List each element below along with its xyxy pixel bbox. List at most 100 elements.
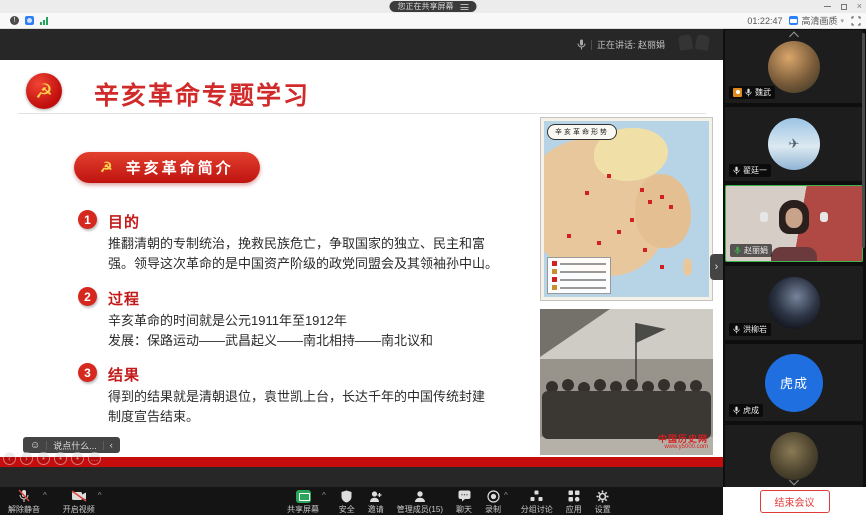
participant-tile[interactable]: 洪柳岩 — [725, 266, 863, 340]
shield-icon — [341, 490, 352, 503]
shared-screen-stage: 正在讲话: 赵丽娟 ☭ 辛亥革命专题学习 ☭ 辛亥革命简介 1 目的 推翻清朝的… — [0, 29, 723, 487]
emoji-icon[interactable]: ☺ — [30, 440, 40, 451]
maximize-icon[interactable] — [841, 4, 847, 10]
avatar — [768, 277, 820, 329]
next-slide-arrow[interactable]: › — [710, 254, 723, 280]
unmute-label: 解除静音 — [8, 504, 40, 515]
participant-name: 赵丽娟 — [744, 245, 768, 256]
mic-muted-icon — [733, 166, 740, 175]
share-banner: 您正在共享屏幕 × — [0, 0, 866, 13]
start-video-button[interactable]: 开启视频 — [63, 489, 95, 515]
map-flag-marker — [607, 174, 611, 178]
quality-selector[interactable]: 高清画质 ▾ — [789, 14, 844, 27]
divider — [103, 441, 104, 450]
map-flag-marker — [585, 191, 589, 195]
invite-button[interactable]: 邀请 — [368, 489, 384, 515]
collapse-chat-icon[interactable]: ‹ — [110, 440, 113, 450]
end-meeting-corner: 结束会议 — [723, 487, 866, 515]
meeting-window: 您正在共享屏幕 × ! 01:22:47 高清画质 ▾ — [0, 0, 866, 515]
quality-icon — [789, 16, 798, 25]
map-flag-marker — [648, 200, 652, 204]
chevron-up-icon[interactable]: ^ — [43, 491, 47, 515]
pointer-control-icon[interactable]: • — [37, 452, 50, 465]
record-label: 录制 — [485, 504, 501, 515]
mic-muted-icon — [18, 489, 30, 503]
participant-tile-speaking[interactable]: 赵丽娟 — [725, 185, 863, 262]
participant-name: 翟廷一 — [743, 165, 767, 176]
unmute-button[interactable]: 解除静音 — [8, 489, 40, 515]
chevron-down-icon: ▾ — [840, 17, 844, 25]
screen-share-icon — [296, 490, 311, 503]
section-number: 2 — [78, 287, 97, 306]
end-meeting-button[interactable]: 结束会议 — [760, 490, 830, 513]
invite-label: 邀请 — [368, 504, 384, 515]
chevron-up-icon[interactable]: ^ — [504, 491, 508, 515]
share-menu-icon[interactable] — [461, 4, 469, 10]
chevron-up-icon[interactable]: ^ — [98, 491, 102, 515]
historical-photo-image: 中国历史网 www.y5000.com — [540, 309, 713, 455]
presentation-slide: ☭ 辛亥革命专题学习 ☭ 辛亥革命简介 1 目的 推翻清朝的专制统治，挽救民族危… — [0, 60, 723, 467]
map-flag-marker — [669, 205, 673, 209]
photo-watermark: 中国历史网 www.y5000.com — [658, 435, 708, 451]
zoom-control-icon[interactable]: • — [71, 452, 84, 465]
close-icon[interactable]: × — [857, 2, 862, 11]
chat-quick-input[interactable]: ☺ 说点什么... ‹ — [23, 437, 120, 453]
map-flag-marker — [643, 248, 647, 252]
mic-active-icon — [734, 246, 741, 255]
meeting-duration: 01:22:47 — [747, 16, 782, 26]
participant-tile[interactable]: 魏武 — [725, 30, 863, 103]
participant-tile[interactable]: ✈ 翟廷一 — [725, 107, 863, 181]
breakout-icon — [530, 490, 543, 502]
more-control-icon[interactable]: … — [88, 452, 101, 465]
map-flag-marker — [630, 218, 634, 222]
participant-name-tag: 魏武 — [729, 86, 775, 99]
apps-label: 应用 — [566, 504, 582, 515]
network-signal-icon[interactable] — [40, 17, 48, 25]
party-emblem-icon: ☭ — [100, 159, 116, 176]
party-emblem-icon: ☭ — [26, 73, 62, 109]
breakout-rooms-button[interactable]: 分组讨论 — [521, 489, 553, 515]
meeting-info-icon[interactable]: ! — [10, 16, 19, 25]
chevron-up-icon[interactable]: ^ — [322, 491, 326, 515]
meeting-toolbar: 解除静音 ^ 开启视频 ^ — [0, 487, 723, 515]
start-video-label: 开启视频 — [63, 504, 95, 515]
security-button[interactable]: 安全 — [339, 489, 355, 515]
participant-name-tag: 虎成 — [729, 404, 763, 417]
share-indicator-label: 您正在共享屏幕 — [398, 1, 454, 12]
participant-tile[interactable]: 虎成 虎成 — [725, 344, 863, 421]
mic-muted-icon — [733, 406, 740, 415]
avatar — [770, 432, 818, 480]
chat-button[interactable]: 聊天 — [456, 489, 472, 515]
manage-members-button[interactable]: 管理成员(15) — [397, 489, 443, 515]
map-flag-marker — [660, 195, 664, 199]
slide-footer-bar — [0, 457, 723, 467]
pen-control-icon[interactable]: • — [54, 452, 67, 465]
sidebar-scrollbar[interactable] — [862, 33, 865, 248]
record-button[interactable]: 录制 — [485, 489, 501, 515]
record-icon — [487, 490, 500, 503]
share-screen-button[interactable]: 共享屏幕 — [287, 489, 319, 515]
invite-person-icon — [369, 490, 382, 503]
apps-grid-icon — [568, 490, 580, 502]
section-number: 1 — [78, 210, 97, 229]
share-screen-label: 共享屏幕 — [287, 504, 319, 515]
slide-section-badge: ☭ 辛亥革命简介 — [74, 152, 260, 183]
minimize-icon[interactable] — [824, 6, 831, 7]
chat-placeholder[interactable]: 说点什么... — [53, 439, 97, 452]
settings-button[interactable]: 设置 — [595, 489, 611, 515]
avatar-initials: 虎成 — [765, 354, 823, 412]
participant-name-tag: 洪柳岩 — [729, 323, 771, 336]
prev-control-icon[interactable]: ‹ — [3, 452, 16, 465]
section-body: 得到的结果就是清朝退位，袁世凯上台，长达千年的中国传统封建 制度宣告结束。 — [108, 387, 540, 426]
apps-button[interactable]: 应用 — [566, 489, 582, 515]
share-indicator-pill[interactable]: 您正在共享屏幕 — [390, 1, 477, 12]
map-title: 辛亥革命形势 — [547, 124, 617, 140]
map-flag-marker — [567, 234, 571, 238]
map-flag-marker — [640, 188, 644, 192]
raised-hand-icon — [695, 34, 710, 51]
participant-tile[interactable] — [725, 425, 863, 487]
section-body: 推翻清朝的专制统治，挽救民族危亡，争取国家的独立、民主和富 强。领导这次革命的是… — [108, 234, 540, 273]
fullscreen-icon[interactable] — [851, 16, 861, 26]
next-control-icon[interactable]: › — [20, 452, 33, 465]
mic-icon — [577, 39, 586, 50]
